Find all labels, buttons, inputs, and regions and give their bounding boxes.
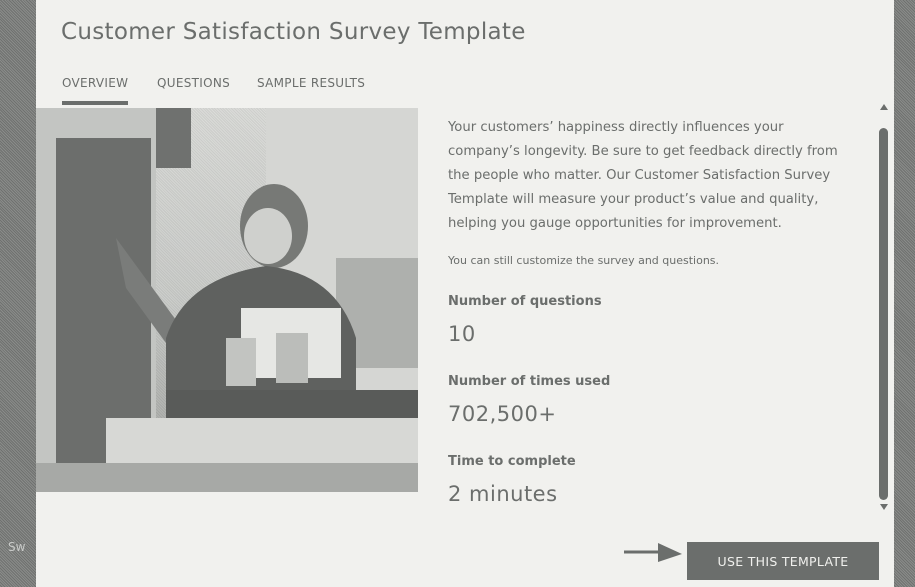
backdrop-partial-text: Sw (8, 540, 26, 554)
chevron-up-icon[interactable] (880, 104, 888, 110)
scrollbar[interactable] (877, 104, 891, 516)
backdrop-right (894, 0, 915, 587)
scrollbar-thumb[interactable] (879, 128, 888, 500)
backdrop-left (0, 0, 36, 587)
tab-sample-results[interactable]: SAMPLE RESULTS (257, 76, 365, 101)
modal-title: Customer Satisfaction Survey Template (61, 19, 526, 45)
stat-label-questions: Number of questions (448, 294, 602, 309)
arrow-right-icon (624, 543, 682, 562)
stat-label-time-to-complete: Time to complete (448, 454, 576, 469)
tab-overview[interactable]: OVERVIEW (62, 76, 129, 105)
template-preview-modal: Customer Satisfaction Survey Template OV… (36, 0, 894, 587)
template-details: Your customers’ happiness directly influ… (448, 116, 838, 506)
tab-questions[interactable]: QUESTIONS (157, 76, 230, 101)
stat-value-questions: 10 (448, 322, 476, 346)
chevron-down-icon[interactable] (880, 504, 888, 510)
use-template-button[interactable]: USE THIS TEMPLATE (687, 542, 879, 580)
stat-label-times-used: Number of times used (448, 374, 611, 389)
stat-value-times-used: 702,500+ (448, 402, 557, 426)
customize-note: You can still customize the survey and q… (448, 254, 720, 267)
hero-photo (36, 108, 418, 492)
template-description: Your customers’ happiness directly influ… (448, 120, 838, 231)
stat-value-time-to-complete: 2 minutes (448, 482, 558, 506)
photo-illustration (36, 108, 418, 492)
